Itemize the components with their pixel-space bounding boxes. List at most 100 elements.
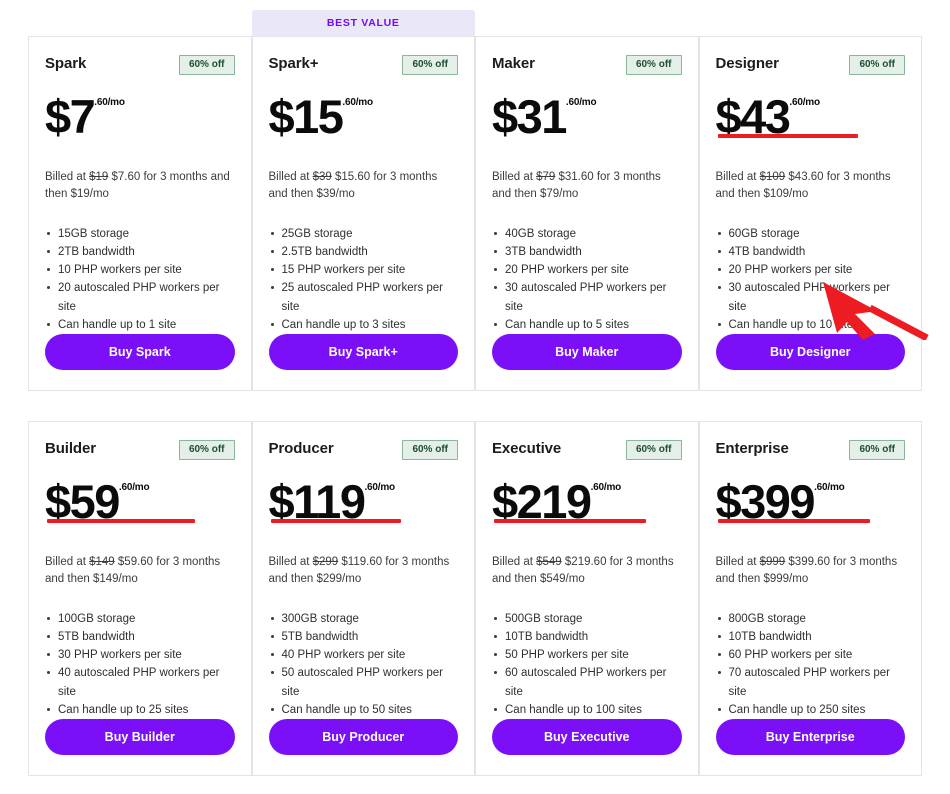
feature-item: 10TB bandwidth	[492, 628, 682, 646]
feature-item: Can handle up to 100 sites	[492, 701, 682, 719]
red-underline-annotation	[494, 518, 646, 523]
buy-button-area: Buy Maker	[492, 333, 682, 370]
plan-name: Designer	[715, 55, 779, 72]
feature-item: 10 PHP workers per site	[45, 261, 235, 279]
plan-name: Builder	[45, 439, 96, 457]
feature-item: Can handle up to 5 sites	[492, 316, 682, 334]
card-body: Executive 60% off $219.60/mo Billed at $549…	[475, 420, 699, 776]
card-header: Spark 60% off	[45, 55, 235, 79]
buy-button-executive[interactable]: Buy Executive	[492, 718, 682, 755]
buy-button-designer[interactable]: Buy Designer	[715, 333, 905, 370]
price-suffix: .60/mo	[565, 97, 597, 108]
feature-item: 40 autoscaled PHP workers per site	[45, 664, 235, 700]
price-suffix: .60/mo	[94, 97, 125, 108]
discount-badge: 60% off	[178, 55, 235, 75]
feature-item: Can handle up to 3 sites	[269, 316, 459, 334]
feature-item: Can handle up to 50 sites	[269, 701, 459, 719]
price-suffix: .60/mo	[814, 481, 845, 493]
card-header: Producer 60% off	[268, 439, 458, 464]
billing-note: Billed at $79 $31.60 for 3 months and th…	[492, 171, 661, 200]
plan-name: Enterprise	[715, 439, 789, 457]
buy-button-area: Buy Builder	[45, 718, 235, 755]
feature-item: Can handle up to 10 sites	[716, 316, 906, 334]
feature-item: 20 autoscaled PHP workers per site	[45, 279, 235, 315]
feature-item: 25 autoscaled PHP workers per site	[269, 279, 459, 315]
pricing-row-1: Spark 60% off $7.60/mo Billed at $19 $7.60 …	[28, 10, 922, 391]
card-body: Designer 60% off $43.60/mo Billed at $109 $…	[698, 36, 922, 391]
price-amount: $399	[715, 474, 816, 528]
billing-note: Billed at $19 $7.60 for 3 months and the…	[45, 171, 230, 200]
buy-button-area: Buy Spark+	[268, 333, 458, 370]
feature-list: 60GB storage 4TB bandwidth 20 PHP workers …	[716, 225, 906, 334]
feature-item: 60 autoscaled PHP workers per site	[492, 664, 682, 700]
discount-badge: 60% off	[402, 439, 458, 460]
feature-item: 15GB storage	[45, 225, 235, 243]
feature-list: 100GB storage 5TB bandwidth 30 PHP workers…	[45, 610, 235, 719]
pricing-page: Spark 60% off $7.60/mo Billed at $19 $7.60 …	[0, 0, 950, 794]
card-header: Builder 60% off	[45, 439, 235, 464]
feature-list: 800GB storage 10TB bandwidth 60 PHP worker…	[716, 610, 906, 719]
buy-button-enterprise[interactable]: Buy Enterprise	[715, 718, 905, 755]
card-body: Producer 60% off $119.60/mo Billed at $299 …	[251, 420, 475, 776]
feature-list: 25GB storage 2.5TB bandwidth 15 PHP worker…	[269, 225, 459, 334]
original-price: $999	[759, 555, 786, 568]
feature-item: 800GB storage	[716, 610, 906, 628]
feature-item: 30 autoscaled PHP workers per site	[492, 279, 682, 315]
discount-badge: 60% off	[625, 439, 682, 460]
buy-button-builder[interactable]: Buy Builder	[45, 718, 235, 755]
feature-item: 30 autoscaled PHP workers per site	[716, 279, 906, 315]
billing-note: Billed at $149 $59.60 for 3 months and t…	[45, 555, 221, 585]
original-price: $39	[312, 171, 332, 183]
card-body: Maker 60% off $31.60/mo Billed at $79 $31.6…	[475, 36, 699, 391]
card-body: Spark 60% off $7.60/mo Billed at $19 $7.60 …	[28, 36, 252, 391]
feature-item: 15 PHP workers per site	[269, 261, 459, 279]
buy-button-spark[interactable]: Buy Spark	[45, 333, 235, 370]
feature-item: Can handle up to 1 site	[45, 316, 235, 334]
plan-name: Maker	[492, 55, 535, 72]
original-price: $299	[312, 555, 339, 568]
red-underline-annotation	[270, 518, 401, 523]
feature-item: 10TB bandwidth	[716, 628, 906, 646]
feature-item: 500GB storage	[492, 610, 682, 628]
discount-badge: 60% off	[849, 439, 905, 460]
discount-badge: 60% off	[402, 55, 458, 75]
buy-button-producer[interactable]: Buy Producer	[268, 718, 458, 755]
buy-button-maker[interactable]: Buy Maker	[492, 333, 682, 370]
pricing-card-enterprise: Enterprise 60% off $399.60/mo Billed at $99…	[698, 420, 922, 776]
banner-spacer	[28, 10, 252, 36]
feature-item: 20 PHP workers per site	[492, 261, 682, 279]
feature-item: 60GB storage	[716, 225, 906, 243]
pricing-card-producer: Producer 60% off $119.60/mo Billed at $299 …	[251, 420, 475, 776]
buy-button-area: Buy Executive	[492, 718, 682, 755]
original-price: $109	[759, 171, 786, 183]
billing-note: Billed at $109 $43.60 for 3 months and t…	[715, 171, 891, 200]
red-underline-annotation	[717, 518, 870, 523]
red-underline-annotation	[717, 134, 858, 138]
feature-item: 100GB storage	[45, 610, 235, 628]
buy-button-area: Buy Producer	[268, 718, 458, 755]
feature-list: 15GB storage 2TB bandwidth 10 PHP workers …	[45, 225, 235, 334]
discount-badge: 60% off	[625, 55, 682, 75]
feature-item: Can handle up to 250 sites	[716, 701, 906, 719]
discount-badge: 60% off	[178, 439, 235, 460]
feature-item: 50 PHP workers per site	[492, 646, 682, 664]
billing-note: Billed at $549 $219.60 for 3 months and …	[492, 555, 674, 585]
price-amount: $31	[492, 90, 567, 143]
feature-item: 50 autoscaled PHP workers per site	[269, 664, 459, 700]
original-price: $549	[536, 555, 562, 568]
pricing-card-maker: Maker 60% off $31.60/mo Billed at $79 $31.6…	[475, 10, 699, 391]
plan-name: Spark	[45, 55, 87, 72]
buy-button-area: Buy Designer	[715, 333, 905, 370]
price-block: $59.60/mo	[45, 478, 235, 532]
feature-item: 25GB storage	[269, 225, 459, 243]
buy-button-area: Buy Enterprise	[715, 718, 905, 755]
card-body: Builder 60% off $59.60/mo Billed at $149 $5…	[28, 420, 252, 776]
buy-button-spark-plus[interactable]: Buy Spark+	[268, 333, 458, 370]
price-suffix: .60/mo	[342, 97, 373, 108]
plan-name: Producer	[268, 439, 334, 457]
card-body: Spark+ 60% off $15.60/mo Billed at $39 $15.…	[251, 36, 475, 391]
discount-badge: 60% off	[849, 55, 905, 75]
feature-item: 5TB bandwidth	[45, 628, 235, 646]
pricing-card-designer: Designer 60% off $43.60/mo Billed at $109 $…	[698, 10, 922, 391]
price-block: $15.60/mo	[269, 93, 459, 147]
